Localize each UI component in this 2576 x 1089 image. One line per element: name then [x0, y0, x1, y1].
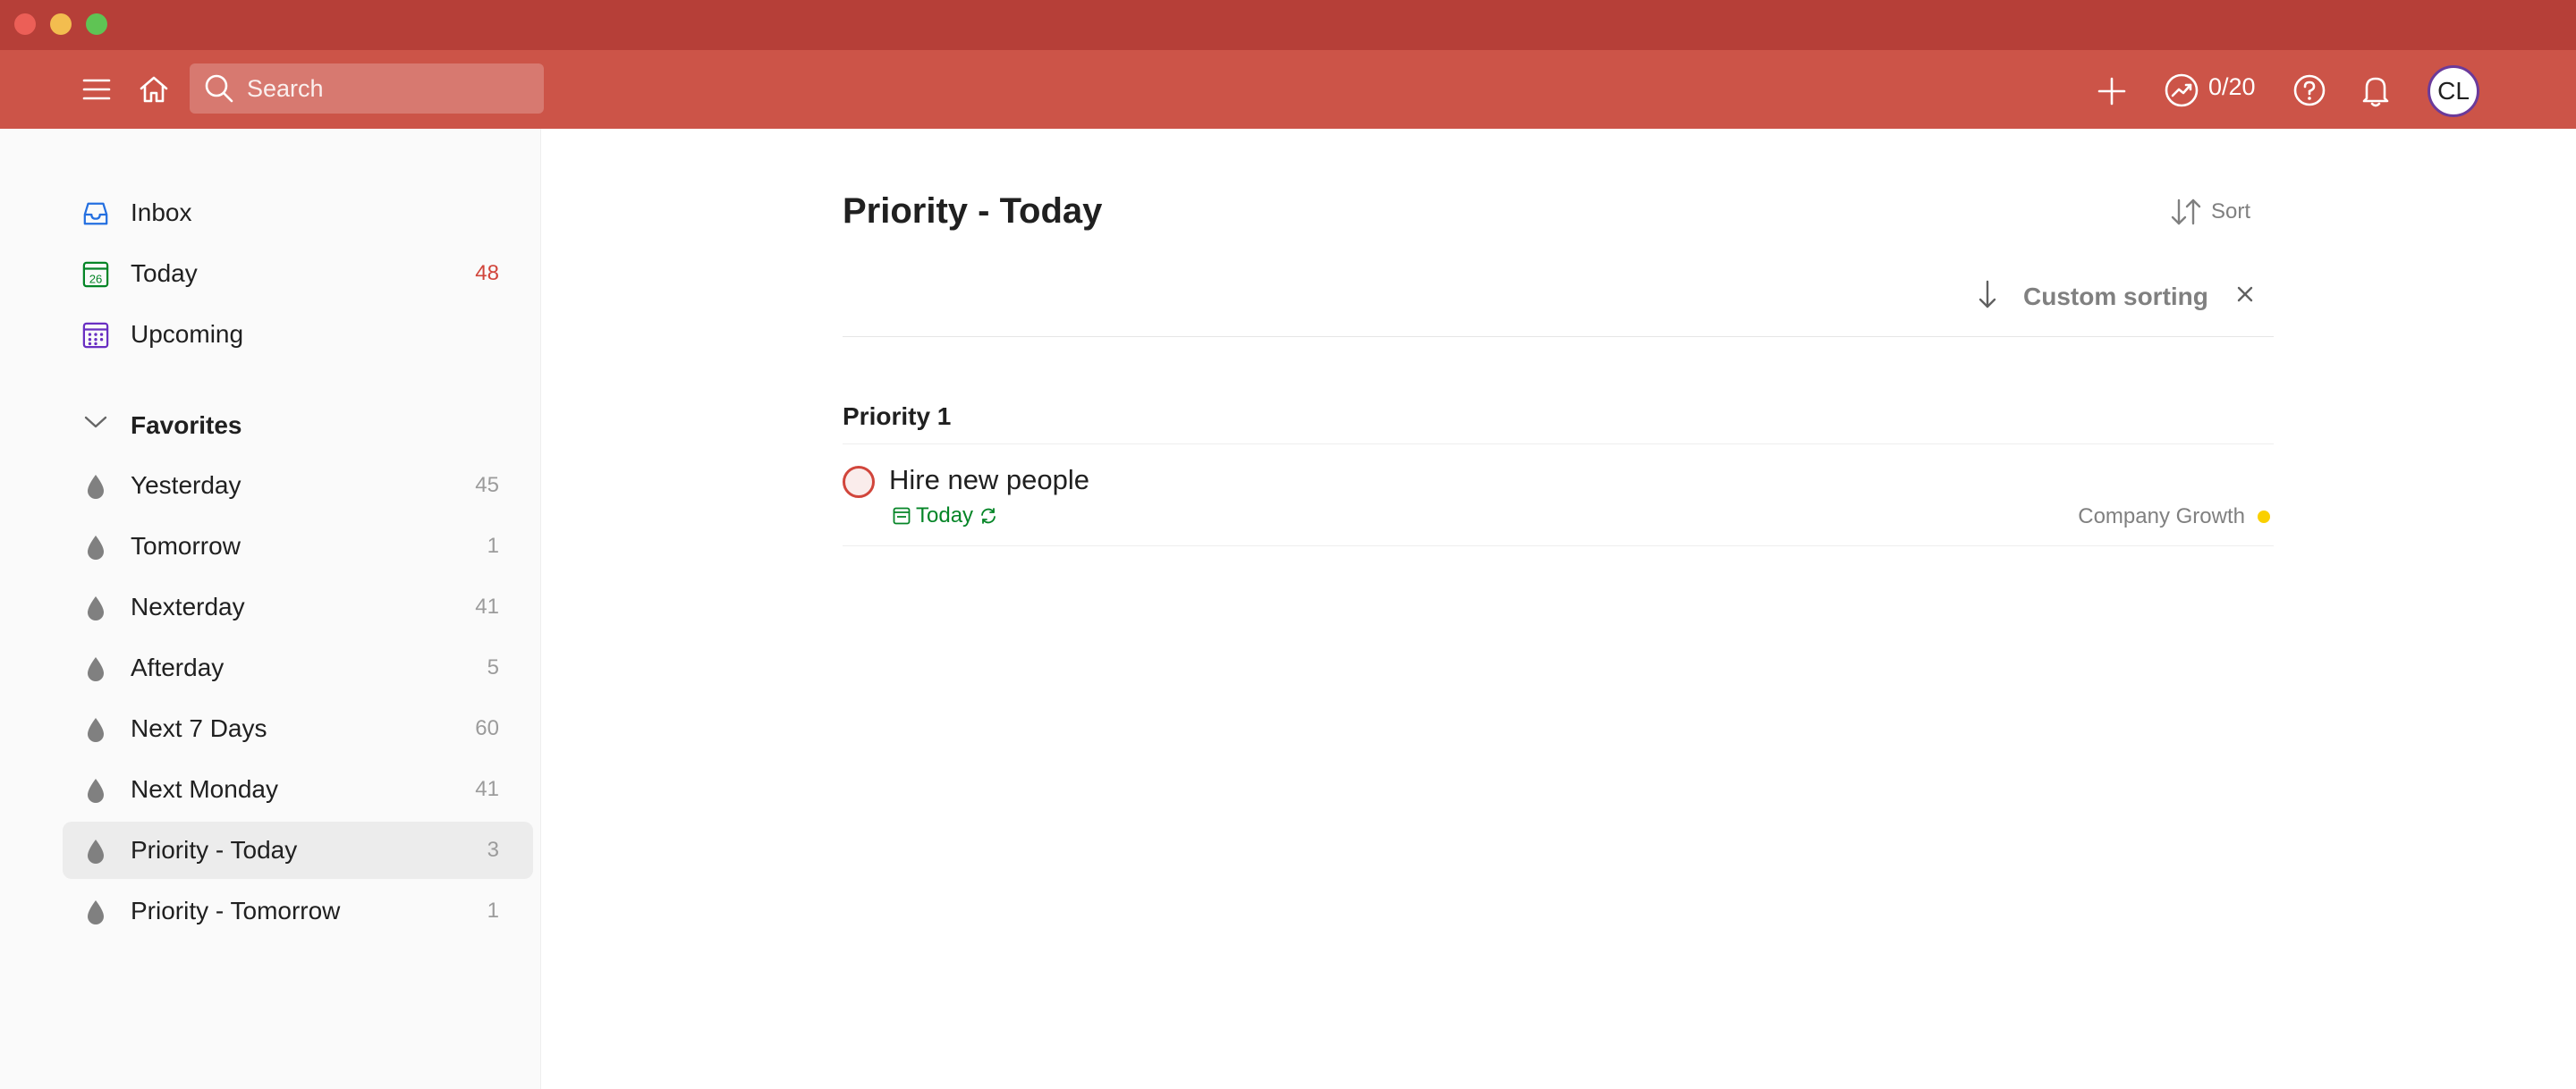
- sidebar-item-priority-tomorrow[interactable]: Priority - Tomorrow 1: [63, 882, 533, 940]
- sidebar-item-count: 45: [475, 473, 499, 497]
- sidebar-item-count: 60: [475, 716, 499, 740]
- sort-icon: [2171, 198, 2201, 225]
- filter-drop-icon: [82, 899, 109, 925]
- sort-label: Sort: [2211, 199, 2251, 224]
- task-due-date[interactable]: Today: [893, 503, 998, 528]
- search-bar[interactable]: [190, 63, 544, 114]
- sidebar-item-label: Priority - Today: [131, 836, 298, 864]
- favorites-header[interactable]: Favorites: [63, 397, 533, 454]
- sidebar-item-tomorrow[interactable]: Tomorrow 1: [63, 518, 533, 575]
- inbox-icon: [82, 200, 109, 227]
- filter-drop-icon: [82, 716, 109, 743]
- sidebar-item-label: Next Monday: [131, 775, 278, 803]
- search-icon: [205, 74, 233, 103]
- chevron-down-icon[interactable]: [84, 415, 107, 434]
- zoom-window-button[interactable]: [86, 13, 107, 35]
- avatar-initials: CL: [2437, 77, 2470, 105]
- sidebar-item-label: Tomorrow: [131, 532, 241, 560]
- filter-drop-icon: [82, 473, 109, 500]
- sidebar-item-label: Yesterday: [131, 471, 242, 499]
- bell-icon[interactable]: [2358, 72, 2394, 109]
- task-row[interactable]: Hire new people Today Company Growth: [843, 444, 2274, 546]
- window-titlebar: [0, 0, 2576, 50]
- section-title: Priority 1: [843, 402, 952, 430]
- sidebar-item-label: Afterday: [131, 654, 225, 681]
- sidebar-item-count: 5: [487, 655, 499, 680]
- sidebar-item-count: 41: [475, 777, 499, 801]
- search-input[interactable]: [245, 73, 517, 104]
- favorites-label: Favorites: [131, 411, 242, 439]
- sidebar-item-count: 41: [475, 595, 499, 619]
- home-icon[interactable]: [136, 72, 172, 107]
- calendar-today-icon: 26: [82, 261, 109, 288]
- task-project[interactable]: Company Growth: [2078, 504, 2274, 529]
- top-toolbar: 0/20 CL: [0, 50, 2576, 129]
- filter-drop-icon: [82, 655, 109, 682]
- calendar-icon: [893, 507, 911, 525]
- sort-direction-icon[interactable]: [1977, 279, 1998, 314]
- sidebar-item-count: 48: [475, 261, 499, 285]
- calendar-upcoming-icon: [82, 322, 109, 349]
- sidebar-item-nexterday[interactable]: Nexterday 41: [63, 578, 533, 636]
- sidebar-item-label: Today: [131, 259, 198, 287]
- task-due-label: Today: [916, 503, 974, 528]
- sort-button[interactable]: Sort: [2170, 197, 2250, 227]
- sidebar-item-afterday[interactable]: Afterday 5: [63, 639, 533, 696]
- sidebar-item-today[interactable]: 26 Today 48: [63, 245, 533, 302]
- close-window-button[interactable]: [14, 13, 36, 35]
- task-project-label: Company Growth: [2078, 504, 2245, 528]
- sidebar-item-yesterday[interactable]: Yesterday 45: [63, 457, 533, 514]
- sidebar-item-label: Next 7 Days: [131, 714, 267, 742]
- task-checkbox[interactable]: [843, 466, 875, 498]
- custom-sorting-label: Custom sorting: [2023, 282, 2208, 310]
- avatar[interactable]: CL: [2428, 65, 2479, 117]
- sidebar-item-count: 3: [487, 838, 499, 862]
- sidebar-item-inbox[interactable]: Inbox: [63, 184, 533, 241]
- minimize-window-button[interactable]: [50, 13, 72, 35]
- filter-drop-icon: [82, 595, 109, 621]
- sidebar-item-label: Inbox: [131, 198, 192, 226]
- sidebar-item-count: 1: [487, 899, 499, 923]
- sidebar-item-next-monday[interactable]: Next Monday 41: [63, 761, 533, 818]
- plus-icon[interactable]: [2094, 73, 2130, 109]
- karma-count[interactable]: 0/20: [2208, 73, 2256, 101]
- task-name[interactable]: Hire new people: [889, 464, 1089, 496]
- filter-drop-icon: [82, 534, 109, 561]
- help-icon[interactable]: [2291, 72, 2328, 109]
- close-icon[interactable]: [2235, 284, 2255, 308]
- sidebar-item-next-7-days[interactable]: Next 7 Days 60: [63, 700, 533, 757]
- project-color-dot: [2258, 511, 2270, 523]
- filter-drop-icon: [82, 838, 109, 865]
- sidebar-item-label: Nexterday: [131, 593, 245, 620]
- custom-sorting-bar: Custom sorting: [1977, 279, 2255, 314]
- page-title: Priority - Today: [843, 191, 1103, 231]
- calendar-day-number: 26: [89, 272, 103, 285]
- sidebar-item-label: Upcoming: [131, 320, 244, 348]
- sidebar: Inbox 26 Today 48 Upcoming Favorites Yes…: [0, 129, 541, 1089]
- productivity-icon[interactable]: [2163, 72, 2200, 109]
- sidebar-item-priority-today[interactable]: Priority - Today 3: [63, 822, 533, 879]
- sidebar-item-label: Priority - Tomorrow: [131, 897, 341, 924]
- filter-drop-icon: [82, 777, 109, 804]
- recurring-icon: [981, 508, 996, 524]
- sidebar-item-upcoming[interactable]: Upcoming: [63, 306, 533, 363]
- menu-icon[interactable]: [79, 73, 114, 106]
- header-divider: [843, 336, 2274, 337]
- sidebar-item-count: 1: [487, 534, 499, 558]
